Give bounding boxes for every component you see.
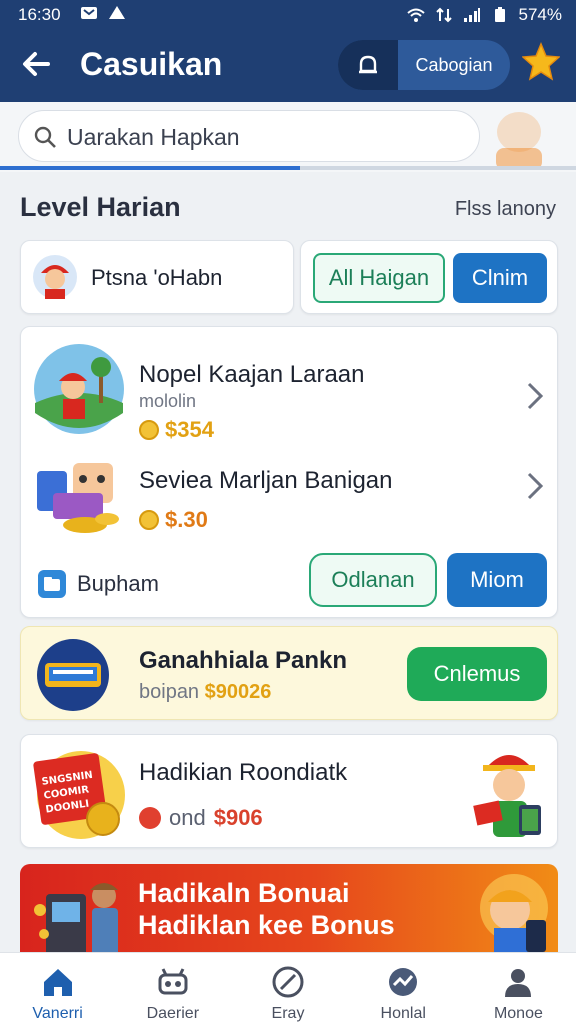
- footer-label: Bupham: [77, 571, 159, 596]
- battery-icon: [494, 7, 505, 22]
- banner-title-1: Hadikaln Bonuai: [138, 878, 350, 908]
- promo-amount: $906: [213, 805, 263, 830]
- search-placeholder: Uarakan Hapkan: [67, 124, 240, 150]
- person-icon: [505, 969, 532, 997]
- item-price-value: $354: [165, 417, 214, 442]
- miom-button[interactable]: Miom: [447, 553, 547, 607]
- mascot-illustration: [496, 112, 542, 170]
- list-footer: Bupham Odlanan Miom: [21, 549, 559, 619]
- promo-card[interactable]: SNGSNIN COOMIR DOONLI Hadikian Roondiatk o…: [20, 734, 558, 848]
- nav-label: Eray: [271, 1005, 305, 1022]
- app-header: 16:30 574% Casuikan Cabogian: [0, 0, 576, 102]
- nav-tab-monoe[interactable]: Monoe: [461, 953, 576, 1024]
- nav-label: Daerier: [146, 1005, 200, 1022]
- chevron-right-icon: [527, 382, 544, 410]
- avatar: [33, 255, 77, 299]
- promo-title: Ganahhiala Pankn: [139, 647, 348, 674]
- list-item[interactable]: Nopel Kaajan Laraan mololin $354: [21, 339, 559, 449]
- item-thumbnail: [34, 344, 124, 434]
- promo-amount: $90026: [204, 681, 272, 703]
- mascot-illustration: [480, 874, 548, 956]
- promo-subtitle-prefix: boipan: [139, 681, 200, 703]
- claim-button[interactable]: Clnim: [453, 253, 547, 303]
- battery-level: 574%: [518, 5, 562, 24]
- alert-icon: [109, 6, 125, 19]
- nav-tab-daerier[interactable]: Daerier: [115, 953, 230, 1024]
- coin-icon: [139, 420, 159, 440]
- list-item[interactable]: Seviea Marljan Banigan $.30: [21, 449, 559, 559]
- search-icon: [34, 126, 56, 148]
- promo-button[interactable]: Cnlemus: [407, 647, 547, 701]
- item-name: Seviea Marljan Banigan: [139, 467, 393, 494]
- promo-subtitle: ond $906: [139, 805, 263, 831]
- notification-icon: [81, 7, 97, 19]
- section-title: Level Harian: [20, 192, 181, 222]
- segment-label[interactable]: Cabogian: [398, 40, 510, 90]
- chevron-right-icon: [527, 472, 544, 500]
- back-arrow-icon[interactable]: [18, 46, 54, 82]
- wifi-icon: [406, 8, 425, 22]
- progress-fill: [0, 166, 300, 170]
- bonus-banner[interactable]: Hadikaln Bonuai Hadiklan kee Bonus: [20, 864, 558, 956]
- bell-button[interactable]: [338, 40, 398, 90]
- promo-icon: [37, 639, 109, 711]
- gift-packet-illustration: SNGSNINCOOMIRDOONLI: [33, 751, 125, 839]
- bottom-nav: Vanerri Daerier Eray Honlal Monoe: [0, 952, 576, 1024]
- item-price: $354: [139, 417, 214, 443]
- reward-list: Nopel Kaajan Laraan mololin $354 Seviea …: [20, 326, 558, 618]
- star-icon[interactable]: [522, 42, 560, 82]
- user-card[interactable]: Ptsna 'oHabn: [20, 240, 294, 314]
- status-time: 16:30: [18, 5, 61, 24]
- odlanan-button[interactable]: Odlanan: [309, 553, 437, 607]
- folder-icon: [38, 570, 66, 598]
- robot-icon: [158, 968, 188, 995]
- item-subtitle: mololin: [139, 391, 197, 411]
- signal-icon: [463, 8, 480, 22]
- promo-subtitle: boipan $90026: [139, 681, 271, 704]
- progress-bar: [0, 166, 576, 170]
- promo-card[interactable]: Ganahhiala Pankn boipan $90026 Cnlemus: [20, 626, 558, 720]
- user-name: Ptsna 'oHabn: [91, 265, 223, 290]
- search-input[interactable]: Uarakan Hapkan: [18, 110, 480, 162]
- item-price-value: $.30: [165, 507, 208, 532]
- page-title: Casuikan: [80, 46, 223, 82]
- action-card: All Haigan Clnim: [300, 240, 558, 314]
- nav-tab-honlal[interactable]: Honlal: [346, 953, 461, 1024]
- chart-icon: [389, 968, 418, 996]
- section-link[interactable]: Flss lanony: [455, 198, 556, 221]
- coin-icon: [139, 510, 159, 530]
- nav-label: Vanerri: [32, 1005, 83, 1022]
- nav-tab-vanerri[interactable]: Vanerri: [0, 953, 115, 1024]
- header-segment[interactable]: Cabogian: [338, 40, 510, 90]
- character-illustration: [473, 755, 541, 837]
- all-button[interactable]: All Haigan: [313, 253, 445, 303]
- banner-title-2: Hadiklan kee Bonus: [138, 910, 395, 940]
- item-price: $.30: [139, 507, 208, 533]
- nav-label: Honlal: [380, 1005, 426, 1022]
- status-bar: 16:30 574%: [0, 0, 576, 30]
- item-name: Nopel Kaajan Laraan: [139, 361, 365, 388]
- circle-x-icon: [272, 966, 304, 998]
- search-area: Uarakan Hapkan: [0, 102, 576, 172]
- item-thumbnail: [37, 463, 119, 533]
- home-icon: [43, 969, 72, 996]
- red-coin-icon: [139, 807, 161, 829]
- promo-subtitle-prefix: ond: [169, 805, 206, 830]
- nav-tab-eray[interactable]: Eray: [230, 953, 345, 1024]
- nav-label: Monoe: [493, 1005, 543, 1022]
- atm-illustration: [34, 883, 118, 956]
- data-icon: [435, 7, 452, 23]
- promo-title: Hadikian Roondiatk: [139, 759, 348, 786]
- bell-icon: [359, 55, 377, 74]
